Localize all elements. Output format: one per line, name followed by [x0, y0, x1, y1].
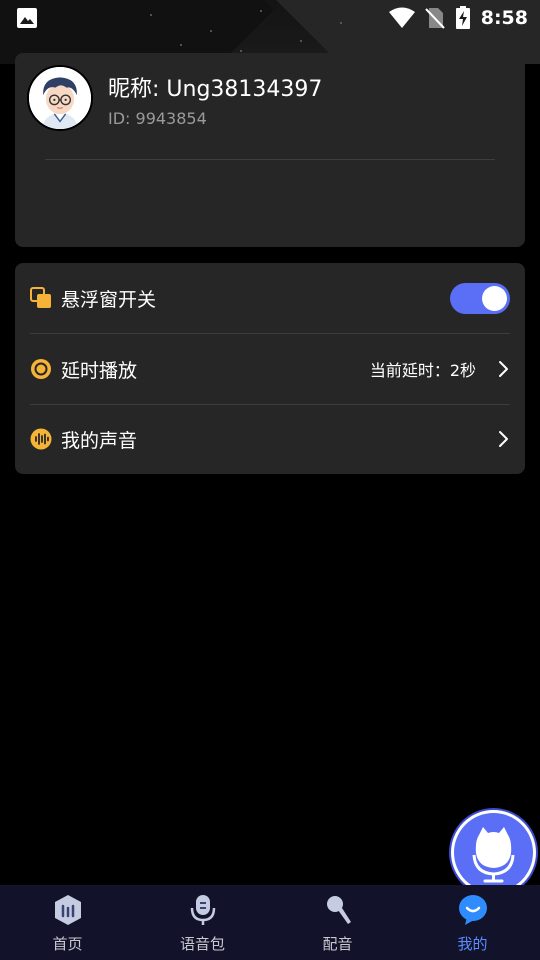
profile-icon — [458, 895, 487, 925]
voice-wave-icon — [30, 428, 52, 450]
chevron-right-icon — [499, 361, 508, 377]
nav-item-mine[interactable]: 我的 — [405, 885, 540, 960]
home-icon — [54, 895, 81, 925]
avatar[interactable] — [27, 65, 93, 131]
nickname: 昵称: Ung38134397 — [108, 77, 323, 102]
settings-row-label: 我的声音 — [61, 429, 138, 452]
clock: 8:58 — [480, 7, 528, 29]
nav-label: 配音 — [322, 935, 353, 953]
delay-icon — [30, 358, 52, 380]
floating-mic-button[interactable] — [451, 810, 536, 895]
status-bar: 8:58 — [0, 0, 540, 36]
toggle-knob — [482, 285, 507, 311]
settings-row-my-voice[interactable]: 我的声音 — [30, 404, 510, 474]
settings-row-delay-playback[interactable]: 延时播放 当前延时：2秒 — [30, 334, 510, 404]
floating-window-icon — [30, 287, 52, 309]
nav-label: 语音包 — [179, 935, 225, 953]
image-icon — [17, 8, 37, 28]
nav-item-dubbing[interactable]: 配音 — [270, 885, 405, 960]
dubbing-mic-icon — [326, 896, 351, 924]
profile-card[interactable]: 昵称: Ung38134397 ID: 9943854 — [15, 53, 525, 247]
nav-label: 首页 — [52, 935, 83, 953]
nav-item-home[interactable]: 首页 — [0, 885, 135, 960]
settings-card: 悬浮窗开关 延时播放 当前延时：2秒 我的声音 — [15, 263, 525, 474]
wifi-icon — [388, 7, 415, 28]
bottom-navigation: 首页 语音包 配音 我的 — [0, 885, 540, 960]
no-sim-icon — [425, 8, 445, 29]
battery-charging-icon — [455, 6, 470, 29]
settings-row-label: 延时播放 — [61, 359, 138, 382]
voice-pack-icon — [190, 895, 215, 925]
current-delay-value: 当前延时：2秒 — [369, 361, 476, 380]
nav-item-voice-pack[interactable]: 语音包 — [135, 885, 270, 960]
nav-label: 我的 — [457, 935, 488, 953]
divider — [45, 159, 495, 160]
chevron-right-icon — [499, 431, 508, 447]
settings-row-label: 悬浮窗开关 — [61, 288, 157, 311]
settings-row-floating-window[interactable]: 悬浮窗开关 — [30, 263, 510, 333]
user-id: ID: 9943854 — [108, 109, 207, 128]
microphone-mascot-icon — [472, 827, 515, 883]
floating-window-toggle[interactable] — [450, 282, 510, 314]
